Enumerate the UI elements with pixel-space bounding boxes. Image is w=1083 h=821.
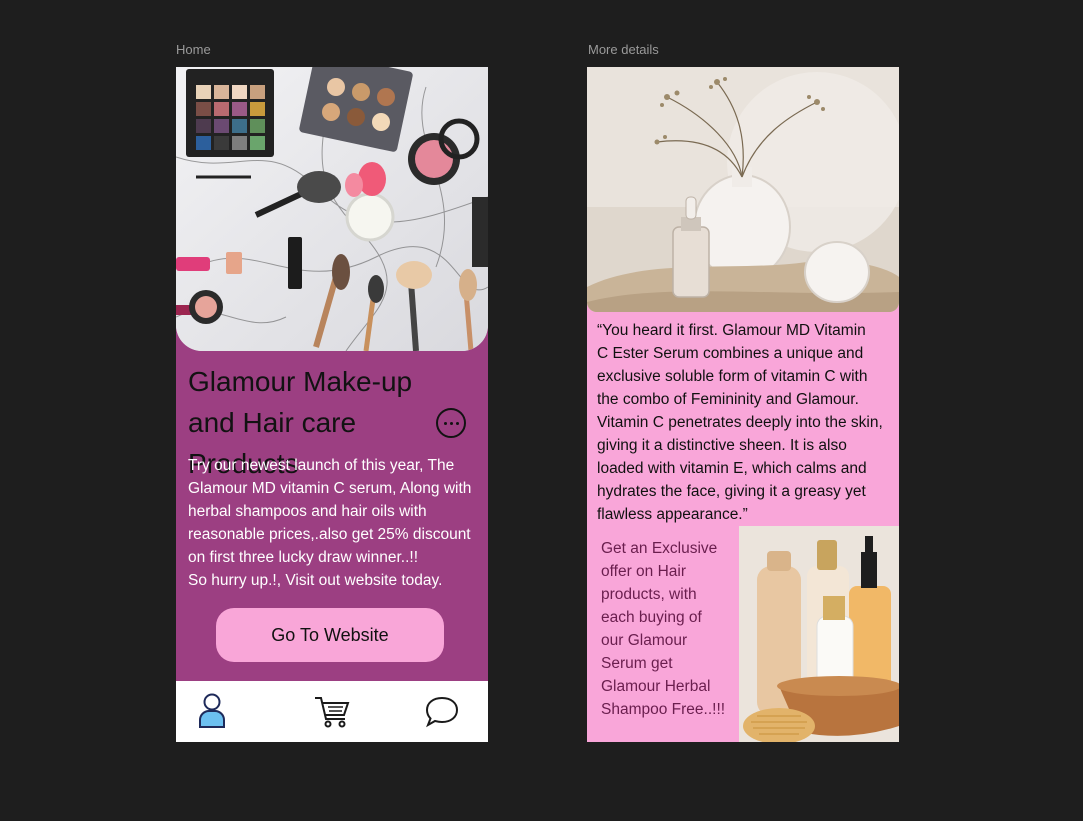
user-icon[interactable]: [192, 691, 232, 731]
cart-icon[interactable]: [312, 691, 352, 731]
offer-line: our Glamour: [601, 632, 688, 649]
offer-line: offer on Hair: [601, 563, 687, 580]
quote-line: “You heard it first. Glamour MD Vitamin: [597, 322, 866, 339]
offer-line: Shampoo Free..!!!: [601, 701, 726, 718]
offer-line: Serum get: [601, 655, 673, 672]
serum-vase-image: [587, 67, 899, 312]
description-line: on first three lucky draw winner..!!: [188, 549, 419, 566]
chat-bubble-icon[interactable]: [422, 691, 462, 731]
quote-line: loaded with vitamin E, which calms and: [597, 460, 867, 477]
frame-label-home: Home: [176, 42, 211, 57]
hair-products-image: [739, 526, 899, 742]
exclusive-offer-text: Get an Exclusive offer on Hair products,…: [601, 537, 731, 721]
quote-line: flawless appearance.”: [597, 506, 748, 523]
frame-label-details: More details: [588, 42, 659, 57]
makeup-hero-image: [176, 67, 488, 351]
quote-line: hydrates the face, giving it a greasy ye…: [597, 483, 866, 500]
home-screen: Glamour Make-up and Hair care Products T…: [176, 67, 488, 742]
makeup-flatlay-illustration: [176, 67, 488, 351]
description-line: reasonable prices,.also get 25% discount: [188, 526, 471, 543]
serum-quote: “You heard it first. Glamour MD Vitamin …: [597, 319, 893, 526]
promo-description: Try our newest launch of this year, The …: [188, 454, 480, 592]
description-line: Glamour MD vitamin C serum, Along with: [188, 480, 472, 497]
go-to-website-button[interactable]: Go To Website: [216, 608, 444, 662]
offer-line: products, with: [601, 586, 697, 603]
offer-line: each buying of: [601, 609, 702, 626]
hair-bottles-illustration: [739, 526, 899, 742]
serum-still-life-illustration: [587, 67, 899, 312]
more-options-icon[interactable]: [436, 408, 466, 438]
more-details-screen: “You heard it first. Glamour MD Vitamin …: [587, 67, 899, 742]
quote-line: exclusive soluble form of vitamin C with: [597, 368, 868, 385]
bottom-tab-bar: [176, 681, 488, 742]
quote-line: Vitamin C penetrates deeply into the ski…: [597, 414, 883, 431]
description-line: Try our newest launch of this year, The: [188, 457, 455, 474]
offer-line: Get an Exclusive: [601, 540, 718, 557]
quote-line: the combo of Femininity and Glamour.: [597, 391, 859, 408]
description-line: So hurry up.!, Visit out website today.: [188, 572, 443, 589]
offer-line: Glamour Herbal: [601, 678, 711, 695]
description-line: herbal shampoos and hair oils with: [188, 503, 427, 520]
quote-line: C Ester Serum combines a unique and: [597, 345, 864, 362]
quote-line: giving it a distinctive sheen. It is als…: [597, 437, 847, 454]
